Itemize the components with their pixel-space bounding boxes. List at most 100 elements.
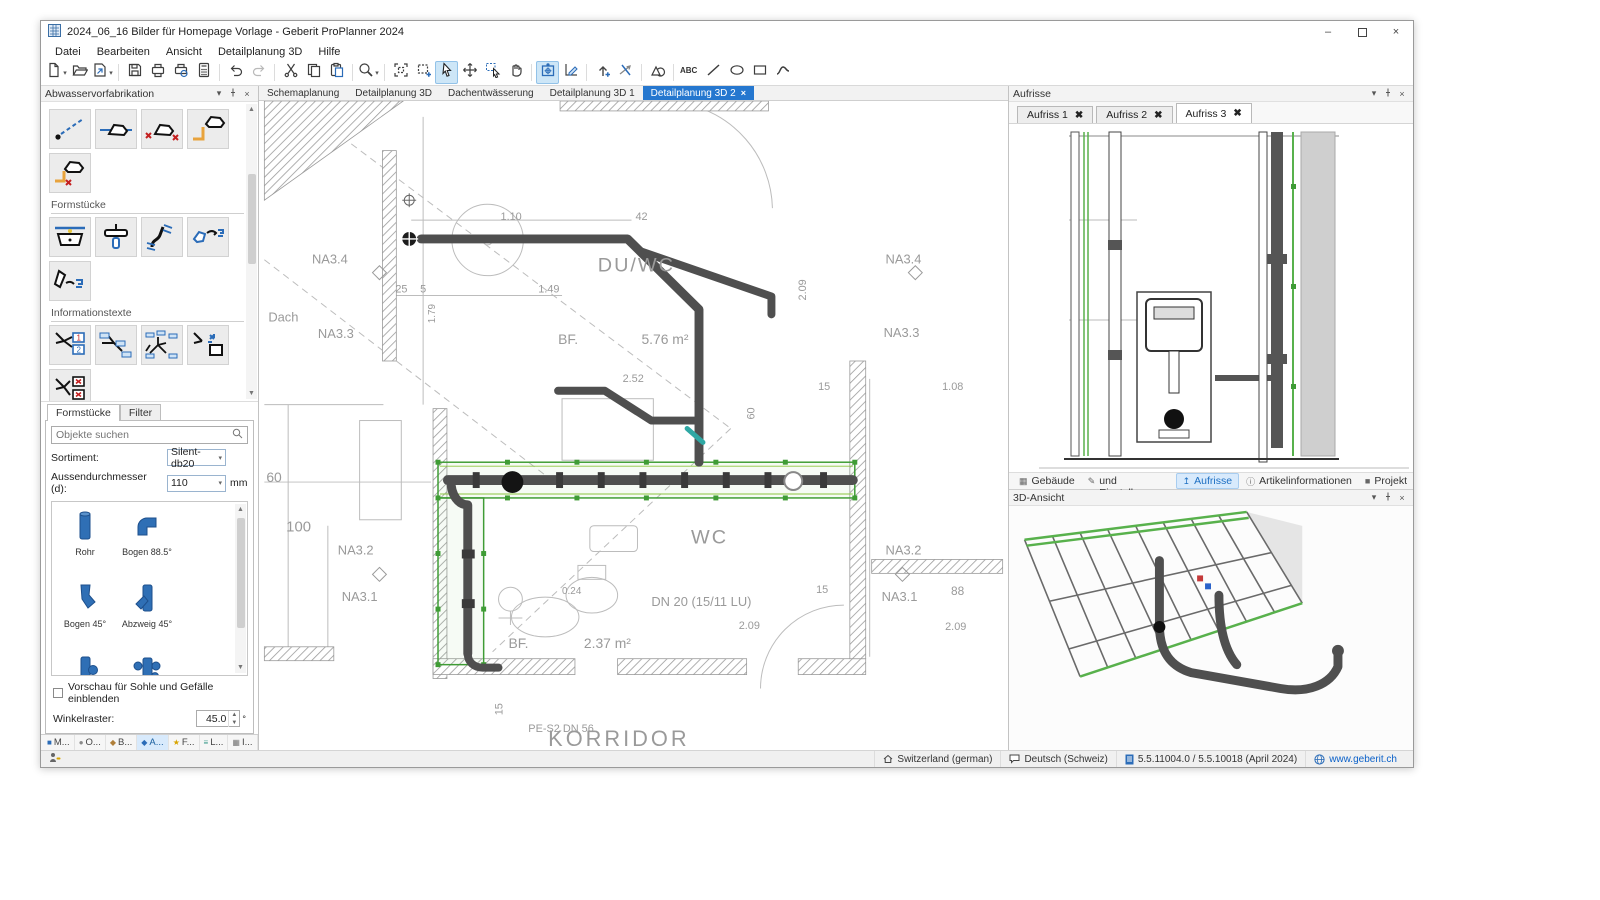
doc-tab-schemaplanung[interactable]: Schemaplanung <box>259 86 347 100</box>
search-icon[interactable] <box>232 428 243 442</box>
label-numbers-tool[interactable]: 12 <box>49 325 91 365</box>
print-preview-button[interactable] <box>169 61 192 84</box>
dropdown-caret-icon[interactable]: ▾ <box>109 69 113 77</box>
cleanout-tool[interactable] <box>95 217 137 257</box>
connect-elbow-tool[interactable] <box>49 261 91 301</box>
select-button[interactable] <box>435 61 458 84</box>
dock-tab-a[interactable]: ◆A... <box>137 735 168 750</box>
edit-axis-button[interactable] <box>559 61 582 84</box>
zoom-button[interactable]: ▾ <box>357 61 380 84</box>
catalog-item-abzweig-mehrfach[interactable]: Abzweig mehrfach <box>116 650 178 676</box>
dock-tab-f[interactable]: ★F... <box>169 735 200 750</box>
pipe-route-tool[interactable] <box>49 109 91 149</box>
doc-tab-dachentw-sserung[interactable]: Dachentwässerung <box>440 86 542 100</box>
menu-ansicht[interactable]: Ansicht <box>158 45 210 59</box>
scroll-up-icon[interactable]: ▲ <box>246 104 257 115</box>
import-button[interactable]: ▾ <box>91 61 114 84</box>
selection-handle[interactable] <box>783 495 788 500</box>
selection-handle[interactable] <box>783 460 788 465</box>
spin-down-icon[interactable]: ▼ <box>229 719 239 727</box>
panel-dropdown-icon[interactable]: ▾ <box>212 88 226 99</box>
route-orange-delete-tool[interactable] <box>49 153 91 193</box>
trim-button[interactable] <box>614 61 637 84</box>
zoom-window-button[interactable] <box>412 61 435 84</box>
panel-pin-icon[interactable] <box>226 88 240 99</box>
dock-tab-geb-ude[interactable]: ▦Gebäude <box>1013 474 1081 488</box>
line-button[interactable] <box>702 61 725 84</box>
label-multi-tool[interactable] <box>141 325 183 365</box>
label-delete-tool[interactable] <box>49 369 91 402</box>
aufriss-tab-aufriss-1[interactable]: Aufriss 1✖ <box>1017 106 1093 123</box>
panel-pin-icon[interactable] <box>1381 492 1395 503</box>
panel-close-icon[interactable]: × <box>1395 493 1409 503</box>
selection-handle[interactable] <box>481 607 486 612</box>
save-button[interactable] <box>123 61 146 84</box>
paste-button[interactable] <box>325 61 348 84</box>
catalog-item-rohr[interactable]: Rohr <box>54 506 116 578</box>
status-website-link[interactable]: www.geberit.ch <box>1305 751 1405 767</box>
scroll-down-icon[interactable]: ▼ <box>246 388 257 399</box>
selection-handle[interactable] <box>713 495 718 500</box>
panel-close-icon[interactable]: × <box>1395 89 1409 99</box>
dropdown-caret-icon[interactable]: ▾ <box>375 69 379 77</box>
menu-bearbeiten[interactable]: Bearbeiten <box>89 45 158 59</box>
catalog-item-bogen-88-5[interactable]: Bogen 88.5° <box>116 506 178 578</box>
palette-scrollbar[interactable]: ▲ ▼ <box>246 104 257 399</box>
selection-handle[interactable] <box>436 460 441 465</box>
connect-right-tool[interactable] <box>187 217 229 257</box>
search-input[interactable] <box>56 429 232 441</box>
floorplan-canvas[interactable]: DachNA3.4NA3.3NA3.2NA3.1NA3.4NA3.3NA3.2N… <box>259 101 1008 750</box>
selection-handle[interactable] <box>852 460 857 465</box>
scroll-down-icon[interactable]: ▼ <box>235 662 246 673</box>
fitting-pipe-tool[interactable] <box>95 109 137 149</box>
text-button[interactable]: ABC <box>678 61 702 84</box>
aufriss-tab-aufriss-2[interactable]: Aufriss 2✖ <box>1096 106 1172 123</box>
hand-button[interactable] <box>504 61 527 84</box>
undo-button[interactable] <box>224 61 247 84</box>
dropdown-caret-icon[interactable]: ▾ <box>63 69 67 77</box>
selection-handle[interactable] <box>436 551 441 556</box>
selection-handle[interactable] <box>505 495 510 500</box>
status-language[interactable]: Deutsch (Schweiz) <box>1000 751 1115 767</box>
panel-close-icon[interactable]: × <box>240 89 254 99</box>
elevation-view[interactable] <box>1009 124 1413 472</box>
close-tab-icon[interactable]: ✖ <box>1233 108 1241 119</box>
selection-handle[interactable] <box>436 607 441 612</box>
dock-tab-l[interactable]: ≡L... <box>200 735 229 750</box>
doc-tab-detailplanung-3d-2[interactable]: Detailplanung 3D 2× <box>643 86 754 100</box>
selection-handle[interactable] <box>574 460 579 465</box>
close-tab-icon[interactable]: × <box>741 88 746 98</box>
dock-tab-o[interactable]: ●O... <box>75 735 106 750</box>
dock-tab-m[interactable]: ■M... <box>43 735 75 750</box>
panel-pin-icon[interactable] <box>1381 88 1395 99</box>
fitting-delete-tool[interactable] <box>141 109 183 149</box>
diameter-select[interactable]: 110▾ <box>167 475 226 492</box>
selection-handle[interactable] <box>574 495 579 500</box>
doc-tab-detailplanung-3d-1[interactable]: Detailplanung 3D 1 <box>542 86 643 100</box>
minimize-button[interactable]: – <box>1311 21 1345 43</box>
menu-datei[interactable]: Datei <box>47 45 89 59</box>
selection-handle[interactable] <box>644 495 649 500</box>
close-tab-icon[interactable]: ✖ <box>1154 110 1162 121</box>
rectangle-button[interactable] <box>748 61 771 84</box>
selection-handle[interactable] <box>436 495 441 500</box>
doc-tab-detailplanung-3d[interactable]: Detailplanung 3D <box>347 86 440 100</box>
move-button[interactable] <box>458 61 481 84</box>
maximize-button[interactable] <box>1345 21 1379 43</box>
catalog-scrollbar[interactable]: ▲ ▼ <box>235 504 246 673</box>
label-tags-tool[interactable] <box>95 325 137 365</box>
selection-handle[interactable] <box>436 662 441 667</box>
import-up-button[interactable] <box>591 61 614 84</box>
new-button[interactable]: ▾ <box>45 61 68 84</box>
preview-checkbox[interactable] <box>53 688 63 698</box>
panel-dropdown-icon[interactable]: ▾ <box>1367 88 1381 99</box>
zoom-extents-button[interactable] <box>389 61 412 84</box>
cut-button[interactable] <box>279 61 302 84</box>
label-flow-tool[interactable] <box>187 325 229 365</box>
catalog-item-bogen-45[interactable]: Bogen 45° <box>54 578 116 650</box>
route-orange-tool[interactable] <box>187 109 229 149</box>
dock-tab-aufrisse[interactable]: ↥Aufrisse <box>1176 473 1239 489</box>
aufriss-tab-aufriss-3[interactable]: Aufriss 3✖ <box>1176 103 1252 123</box>
catalog-tab-formst-cke[interactable]: Formstücke <box>47 404 120 421</box>
scroll-up-icon[interactable]: ▲ <box>235 504 246 515</box>
